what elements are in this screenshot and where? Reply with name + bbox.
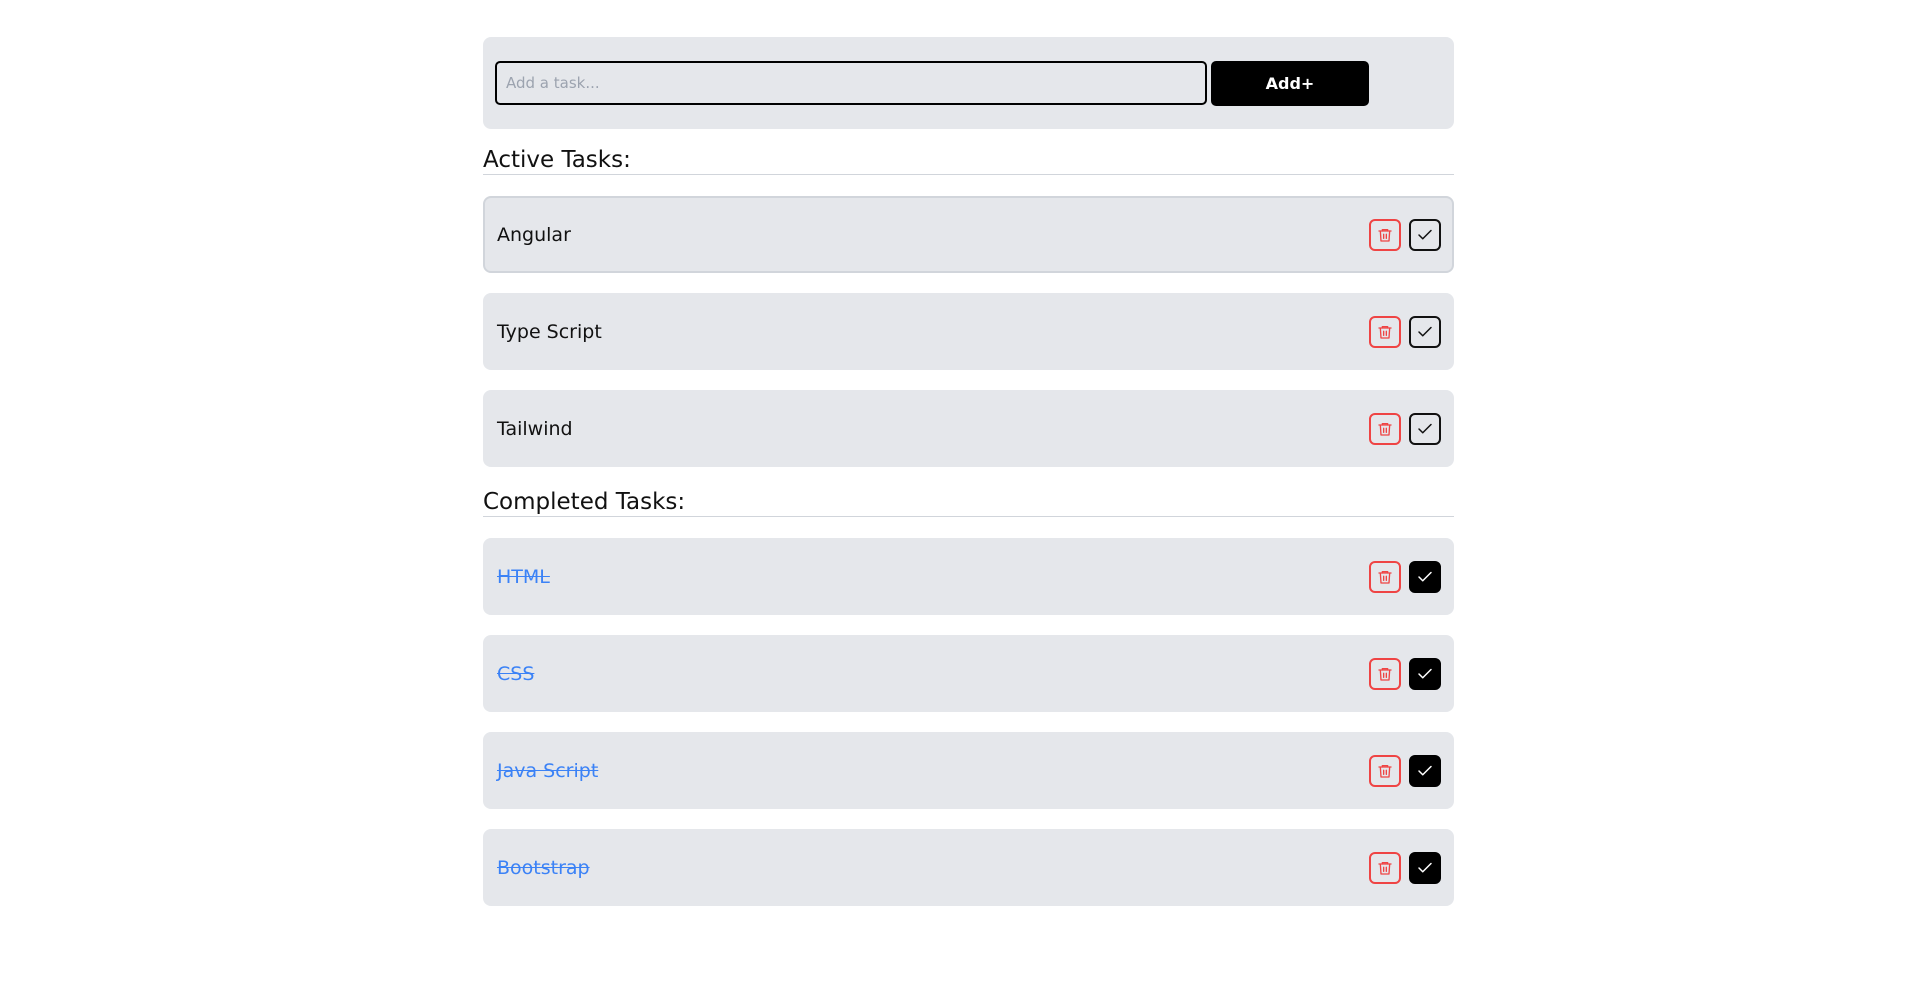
complete-task-checkbox[interactable]: [1409, 657, 1441, 690]
check-icon: [1418, 765, 1432, 775]
check-icon: [1418, 229, 1432, 239]
task-label: Bootstrap: [497, 856, 590, 879]
active-task-item: Angular: [483, 196, 1454, 273]
completed-task-item: CSS: [483, 635, 1454, 712]
add-task-button[interactable]: Add+: [1211, 60, 1369, 106]
completed-tasks-heading: Completed Tasks:: [483, 488, 1454, 517]
complete-task-checkbox[interactable]: [1409, 412, 1441, 445]
delete-task-button[interactable]: [1369, 851, 1401, 884]
delete-task-button[interactable]: [1369, 315, 1401, 348]
delete-task-button[interactable]: [1369, 412, 1401, 445]
check-icon: [1418, 862, 1432, 872]
task-label: HTML: [497, 565, 550, 588]
task-label: Type Script: [497, 320, 602, 343]
task-label: Tailwind: [497, 417, 573, 440]
complete-task-checkbox[interactable]: [1409, 754, 1441, 787]
task-label: Java Script: [497, 759, 599, 782]
complete-task-checkbox[interactable]: [1409, 218, 1441, 251]
completed-task-item: Bootstrap: [483, 829, 1454, 906]
completed-task-list: HTML CSS Java Script Bootstrap: [483, 538, 1454, 906]
check-icon: [1418, 668, 1432, 678]
trash-icon: [1378, 325, 1392, 339]
complete-task-checkbox[interactable]: [1409, 560, 1441, 593]
task-label: Angular: [497, 223, 571, 246]
active-task-item: Tailwind: [483, 390, 1454, 467]
delete-task-button[interactable]: [1369, 560, 1401, 593]
trash-icon: [1378, 570, 1392, 584]
check-icon: [1418, 571, 1432, 581]
active-task-item: Type Script: [483, 293, 1454, 370]
task-input[interactable]: [495, 61, 1207, 105]
todo-app: Add+ Active Tasks: Angular Type Script T…: [483, 37, 1454, 926]
completed-task-item: Java Script: [483, 732, 1454, 809]
delete-task-button[interactable]: [1369, 754, 1401, 787]
delete-task-button[interactable]: [1369, 218, 1401, 251]
active-tasks-heading: Active Tasks:: [483, 146, 1454, 175]
active-task-list: Angular Type Script Tailwind: [483, 196, 1454, 467]
task-label: CSS: [497, 662, 535, 685]
add-task-bar: Add+: [483, 37, 1454, 129]
trash-icon: [1378, 422, 1392, 436]
complete-task-checkbox[interactable]: [1409, 851, 1441, 884]
check-icon: [1418, 423, 1432, 433]
complete-task-checkbox[interactable]: [1409, 315, 1441, 348]
trash-icon: [1378, 228, 1392, 242]
check-icon: [1418, 326, 1432, 336]
delete-task-button[interactable]: [1369, 657, 1401, 690]
trash-icon: [1378, 764, 1392, 778]
trash-icon: [1378, 861, 1392, 875]
trash-icon: [1378, 667, 1392, 681]
completed-task-item: HTML: [483, 538, 1454, 615]
